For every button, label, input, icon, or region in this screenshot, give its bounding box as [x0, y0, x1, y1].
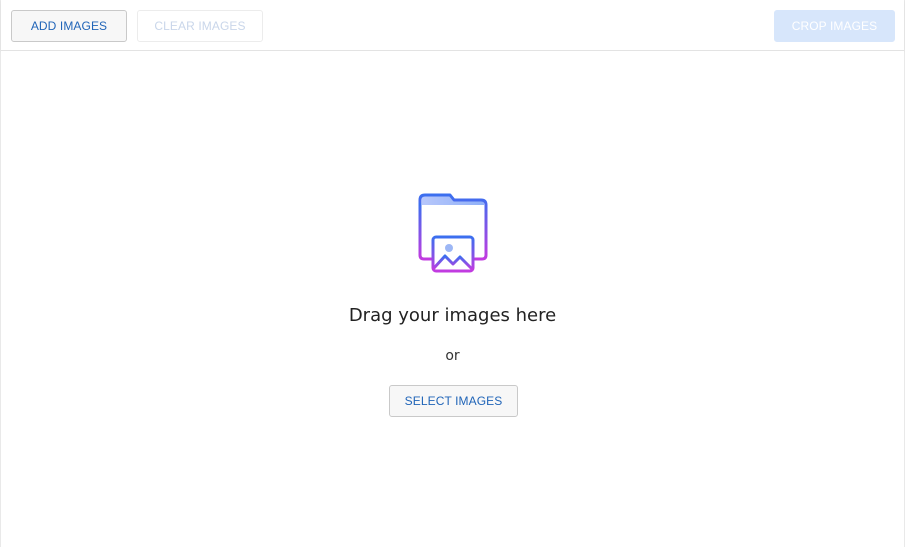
crop-images-button[interactable]: CROP IMAGES: [774, 10, 895, 42]
image-dropzone[interactable]: Drag your images here or SELECT IMAGES: [1, 51, 904, 547]
add-images-button[interactable]: ADD IMAGES: [11, 10, 127, 42]
image-cropper-app: ADD IMAGES CLEAR IMAGES CROP IMAGES Drag…: [0, 0, 905, 547]
clear-images-button[interactable]: CLEAR IMAGES: [137, 10, 263, 42]
toolbar: ADD IMAGES CLEAR IMAGES CROP IMAGES: [1, 0, 904, 51]
or-separator: or: [445, 348, 460, 364]
drag-instruction: Drag your images here: [348, 305, 557, 326]
folder-image-icon: [418, 193, 488, 273]
select-images-button[interactable]: SELECT IMAGES: [389, 385, 518, 417]
